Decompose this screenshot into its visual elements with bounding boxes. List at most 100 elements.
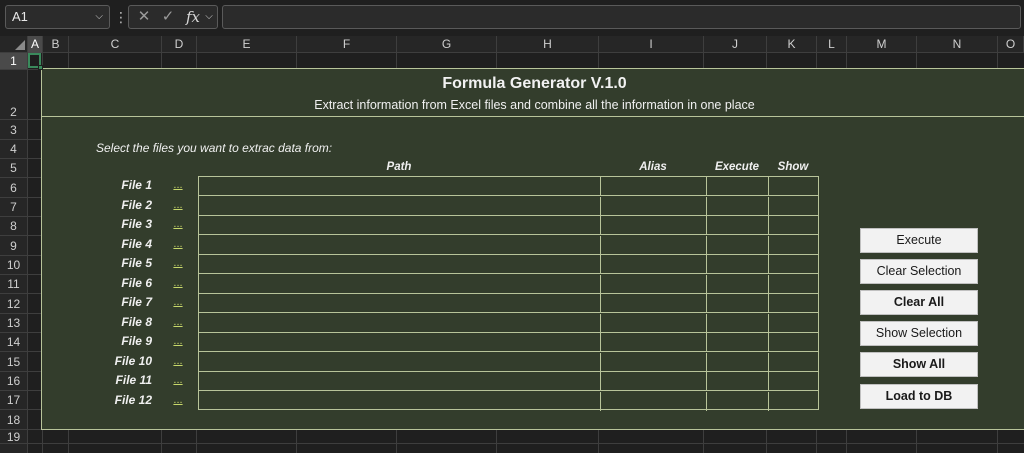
column-header-g[interactable]: G <box>397 36 497 53</box>
fill-handle[interactable] <box>38 65 43 70</box>
path-cell[interactable] <box>199 177 601 196</box>
alias-cell[interactable] <box>601 352 707 372</box>
alias-cell[interactable] <box>601 372 707 391</box>
browse-file-link[interactable]: ... <box>172 394 184 406</box>
path-cell[interactable] <box>199 333 601 352</box>
show-cell[interactable] <box>769 353 818 372</box>
row-header-16[interactable]: 16 <box>0 372 27 391</box>
row-header-13[interactable]: 13 <box>0 314 27 333</box>
clear-all-button[interactable]: Clear All <box>860 290 978 315</box>
column-header-h[interactable]: H <box>497 36 599 53</box>
column-header-n[interactable]: N <box>917 36 998 53</box>
alias-cell[interactable] <box>601 274 707 294</box>
row-header-14[interactable]: 14 <box>0 333 27 352</box>
execute-cell[interactable] <box>707 196 769 216</box>
row-header-9[interactable]: 9 <box>0 236 27 256</box>
formula-input[interactable] <box>222 5 1021 29</box>
alias-cell[interactable] <box>601 255 707 274</box>
alias-cell[interactable] <box>601 235 707 255</box>
path-cell[interactable] <box>199 196 601 216</box>
path-cell[interactable] <box>199 352 601 372</box>
row-header-8[interactable]: 8 <box>0 217 27 236</box>
alias-cell[interactable] <box>601 177 707 196</box>
path-cell[interactable] <box>199 216 601 235</box>
execute-button[interactable]: Execute <box>860 228 978 253</box>
column-header-k[interactable]: K <box>767 36 817 53</box>
chevron-down-icon[interactable]: ⌵ <box>95 6 103 28</box>
execute-cell[interactable] <box>707 352 769 372</box>
path-cell[interactable] <box>199 255 601 274</box>
column-header-j[interactable]: J <box>704 36 767 53</box>
column-header-f[interactable]: F <box>297 36 397 53</box>
row-header-1[interactable]: 1 <box>0 53 27 70</box>
execute-cell[interactable] <box>707 274 769 294</box>
row-header-15[interactable]: 15 <box>0 352 27 372</box>
clear-selection-button[interactable]: Clear Selection <box>860 259 978 284</box>
column-header-c[interactable]: C <box>69 36 162 53</box>
show-cell[interactable] <box>769 294 818 313</box>
browse-file-link[interactable]: ... <box>172 199 184 211</box>
alias-cell[interactable] <box>601 333 707 352</box>
worksheet[interactable]: Formula Generator V.1.0 Extract informat… <box>28 53 1024 453</box>
show-cell[interactable] <box>769 236 818 255</box>
select-all-button[interactable] <box>0 36 28 53</box>
row-header-11[interactable]: 11 <box>0 275 27 294</box>
alias-cell[interactable] <box>601 294 707 313</box>
browse-file-link[interactable]: ... <box>172 374 184 386</box>
row-header-3[interactable]: 3 <box>0 120 27 140</box>
column-header-d[interactable]: D <box>162 36 197 53</box>
row-header-19[interactable]: 19 <box>0 430 27 444</box>
alias-cell[interactable] <box>601 391 707 411</box>
browse-file-link[interactable]: ... <box>172 257 184 269</box>
row-header-18[interactable]: 18 <box>0 410 27 430</box>
column-header-a[interactable]: A <box>28 36 43 53</box>
show-cell[interactable] <box>769 372 818 391</box>
execute-cell[interactable] <box>707 391 769 411</box>
path-cell[interactable] <box>199 274 601 294</box>
show-all-button[interactable]: Show All <box>860 352 978 377</box>
browse-file-link[interactable]: ... <box>172 335 184 347</box>
chevron-down-icon[interactable]: ⌵ <box>203 6 215 28</box>
path-cell[interactable] <box>199 294 601 313</box>
browse-file-link[interactable]: ... <box>172 218 184 230</box>
column-header-e[interactable]: E <box>197 36 297 53</box>
row-header-10[interactable]: 10 <box>0 256 27 275</box>
show-selection-button[interactable]: Show Selection <box>860 321 978 346</box>
column-header-l[interactable]: L <box>817 36 847 53</box>
show-cell[interactable] <box>769 216 818 235</box>
column-header-m[interactable]: M <box>847 36 917 53</box>
insert-function-icon[interactable]: fx <box>183 6 203 28</box>
path-cell[interactable] <box>199 313 601 333</box>
row-header-12[interactable]: 12 <box>0 294 27 314</box>
path-cell[interactable] <box>199 391 601 411</box>
execute-cell[interactable] <box>707 333 769 352</box>
alias-cell[interactable] <box>601 216 707 235</box>
execute-cell[interactable] <box>707 216 769 235</box>
execute-cell[interactable] <box>707 313 769 333</box>
alias-cell[interactable] <box>601 313 707 333</box>
show-cell[interactable] <box>769 255 818 274</box>
show-cell[interactable] <box>769 197 818 216</box>
show-cell[interactable] <box>769 314 818 333</box>
show-cell[interactable] <box>769 333 818 352</box>
row-header-6[interactable]: 6 <box>0 178 27 198</box>
column-header-o[interactable]: O <box>998 36 1024 53</box>
browse-file-link[interactable]: ... <box>172 316 184 328</box>
execute-cell[interactable] <box>707 372 769 391</box>
execute-cell[interactable] <box>707 177 769 196</box>
show-cell[interactable] <box>769 392 818 411</box>
row-header-4[interactable]: 4 <box>0 140 27 159</box>
row-header-5[interactable]: 5 <box>0 159 27 178</box>
browse-file-link[interactable]: ... <box>172 277 184 289</box>
enter-icon[interactable]: ✓ <box>159 6 177 28</box>
browse-file-link[interactable]: ... <box>172 296 184 308</box>
browse-file-link[interactable]: ... <box>172 179 184 191</box>
load-to-db-button[interactable]: Load to DB <box>860 384 978 409</box>
execute-cell[interactable] <box>707 294 769 313</box>
row-header-17[interactable]: 17 <box>0 391 27 410</box>
alias-cell[interactable] <box>601 196 707 216</box>
execute-cell[interactable] <box>707 235 769 255</box>
cancel-icon[interactable]: ✕ <box>135 6 153 28</box>
column-header-i[interactable]: I <box>599 36 704 53</box>
path-cell[interactable] <box>199 235 601 255</box>
